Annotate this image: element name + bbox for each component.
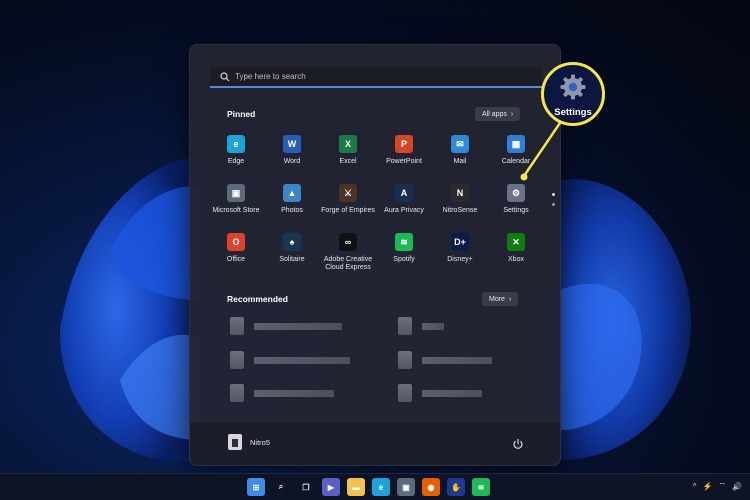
- pinned-app-excel[interactable]: X Excel: [320, 133, 376, 182]
- spotify-icon: ≋: [395, 233, 413, 251]
- forge-of-empires-icon: ⚔: [339, 184, 357, 202]
- blurred-text: [254, 389, 334, 397]
- recommended-item[interactable]: [398, 384, 482, 402]
- chevron-right-icon: ›: [508, 295, 512, 303]
- pinned-app-aura-privacy[interactable]: A Aura Privacy: [376, 182, 432, 231]
- dolby-icon[interactable]: ✋: [447, 478, 465, 496]
- more-button[interactable]: More ›: [482, 292, 519, 306]
- task-view-icon[interactable]: ❐: [297, 478, 315, 496]
- wifi-icon[interactable]: ⌔: [719, 481, 727, 491]
- pinned-app-word[interactable]: W Word: [264, 133, 320, 182]
- recommended-item[interactable]: [230, 384, 334, 402]
- pinned-app-store[interactable]: ▣ Microsoft Store: [208, 182, 264, 231]
- pinned-app-disney-plus[interactable]: D+ Disney+: [432, 231, 488, 280]
- recommended-item[interactable]: [230, 351, 350, 369]
- pinned-app-label: Xbox: [508, 256, 524, 263]
- file-icon: [398, 384, 412, 402]
- disney-plus-icon: D+: [451, 233, 469, 251]
- store-icon[interactable]: ▣: [397, 478, 415, 496]
- pinned-title: Pinned: [227, 109, 256, 119]
- chevron-right-icon: ›: [510, 110, 514, 118]
- settings-callout: Settings: [541, 62, 605, 126]
- more-label: More: [489, 295, 505, 303]
- nitrosense-icon: N: [451, 184, 469, 202]
- start-icon[interactable]: ⊞: [247, 478, 265, 496]
- teams-chat-icon[interactable]: ▶: [322, 478, 340, 496]
- file-explorer-icon[interactable]: ▬: [347, 478, 365, 496]
- pinned-apps-grid: e Edge W Word X Excel P PowerPoint ✉ Mail ▦ Calenda…: [208, 133, 544, 280]
- start-search-box[interactable]: Type here to search: [210, 67, 542, 88]
- file-icon: [398, 317, 412, 335]
- blurred-text: [254, 322, 342, 330]
- search-icon[interactable]: ⌕: [272, 478, 290, 496]
- recommended-title: Recommended: [227, 294, 288, 304]
- recommended-item[interactable]: [398, 317, 444, 335]
- xbox-icon: ✕: [507, 233, 525, 251]
- word-icon: W: [283, 135, 301, 153]
- photos-icon: ▲: [283, 184, 301, 202]
- solitaire-icon: ♠: [283, 233, 301, 251]
- pinned-app-forge-of-empires[interactable]: ⚔ Forge of Empires: [320, 182, 376, 231]
- recommended-item[interactable]: [230, 317, 342, 335]
- callout-label: Settings: [554, 107, 592, 118]
- pinned-app-office[interactable]: O Office: [208, 231, 264, 280]
- pinned-app-label: Settings: [503, 207, 529, 214]
- all-apps-label: All apps: [482, 110, 507, 118]
- pinned-app-calendar[interactable]: ▦ Calendar: [488, 133, 544, 182]
- start-menu: Type here to search Pinned All apps › eE…: [189, 44, 561, 466]
- store-icon: ▣: [227, 184, 245, 202]
- pinned-app-powerpoint[interactable]: P PowerPoint: [376, 133, 432, 182]
- calendar-icon: ▦: [507, 135, 525, 153]
- search-icon: [218, 70, 231, 83]
- settings-gear-icon: ⚙: [507, 184, 525, 202]
- mail-icon: ✉: [451, 135, 469, 153]
- volume-icon[interactable]: 🔊: [732, 482, 742, 491]
- page-dot[interactable]: [552, 193, 555, 196]
- user-account-button[interactable]: Nitro5: [228, 434, 270, 450]
- pinned-app-adobe-express[interactable]: ∞ Adobe Creative Cloud Express: [320, 231, 376, 280]
- powerpoint-icon: P: [395, 135, 413, 153]
- office-icon: O: [227, 233, 245, 251]
- system-tray: ^ ⚡ ⌔ 🔊: [693, 481, 742, 491]
- blurred-text: [254, 356, 350, 364]
- firefox-icon[interactable]: ◉: [422, 478, 440, 496]
- excel-icon: X: [339, 135, 357, 153]
- edge-icon[interactable]: e: [372, 478, 390, 496]
- taskbar-pinned-icons: ⊞ ⌕ ❐ ▶ ▬ e ▣ ◉ ✋ ≋: [247, 478, 490, 496]
- blurred-text: [422, 389, 482, 397]
- pinned-app-mail[interactable]: ✉ Mail: [432, 133, 488, 182]
- user-name: Nitro5: [250, 437, 271, 447]
- search-placeholder: Type here to search: [235, 72, 306, 81]
- pinned-app-edge[interactable]: e Edge: [208, 133, 264, 182]
- pinned-app-solitaire[interactable]: ♠ Solitaire: [264, 231, 320, 280]
- taskbar: ⊞ ⌕ ❐ ▶ ▬ e ▣ ◉ ✋ ≋ ^ ⚡ ⌔ 🔊: [0, 473, 750, 500]
- file-icon: [398, 351, 412, 369]
- blurred-text: [422, 322, 444, 330]
- battery-icon[interactable]: ⚡: [703, 482, 713, 491]
- pinned-app-xbox[interactable]: ✕ Xbox: [488, 231, 544, 280]
- file-icon: [230, 317, 244, 335]
- aura-privacy-icon: A: [395, 184, 413, 202]
- avatar: [228, 434, 242, 450]
- pinned-app-label: Calendar: [501, 158, 531, 165]
- page-dot[interactable]: [552, 203, 555, 206]
- pinned-app-settings-gear[interactable]: ⚙ Settings: [488, 182, 544, 231]
- adobe-express-icon: ∞: [339, 233, 357, 251]
- all-apps-button[interactable]: All apps ›: [475, 107, 521, 121]
- edge-icon: e: [227, 135, 245, 153]
- power-icon[interactable]: [512, 437, 524, 449]
- start-footer: Nitro5: [190, 421, 560, 465]
- recommended-item[interactable]: [398, 351, 492, 369]
- show-hidden-icons-icon[interactable]: ^: [693, 482, 697, 491]
- pinned-page-indicator[interactable]: [552, 193, 555, 213]
- pinned-app-photos[interactable]: ▲ Photos: [264, 182, 320, 231]
- settings-gear-icon: [559, 73, 587, 106]
- file-icon: [230, 384, 244, 402]
- file-icon: [230, 351, 244, 369]
- spotify-icon[interactable]: ≋: [472, 478, 490, 496]
- blurred-text: [422, 356, 492, 364]
- pinned-app-spotify[interactable]: ≋ Spotify: [376, 231, 432, 280]
- pinned-app-nitrosense[interactable]: N NitroSense: [432, 182, 488, 231]
